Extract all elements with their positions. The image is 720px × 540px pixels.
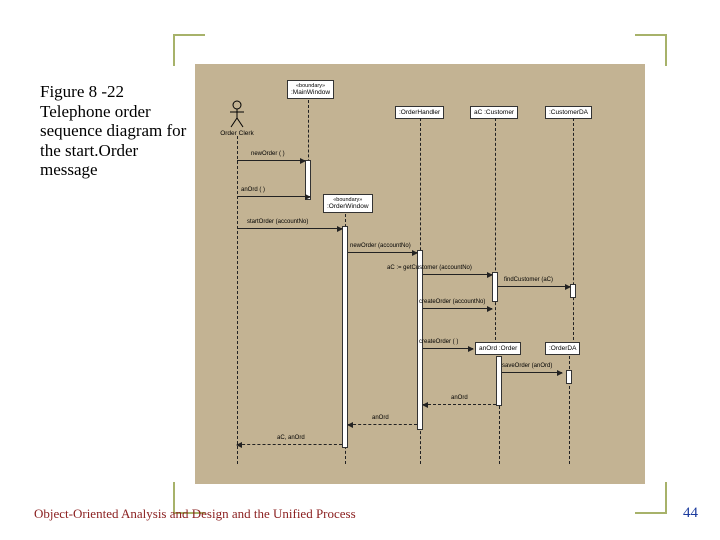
- frame-bracket: [635, 482, 667, 514]
- caption-line2: Telephone order sequence diagram for the…: [40, 102, 190, 180]
- msg-get-customer: aC := getCustomer (accountNo): [423, 274, 492, 275]
- arrow-icon: [422, 402, 428, 408]
- arrow-icon: [300, 158, 306, 164]
- msg-new-order-acct: newOrder (accountNo): [348, 252, 417, 253]
- activation: [342, 226, 348, 448]
- activation: [566, 370, 572, 384]
- caption-line1: Figure 8 -22: [40, 82, 190, 102]
- arrow-icon: [468, 346, 474, 352]
- msg-find-customer: findCustomer (aC): [498, 286, 570, 287]
- arrow-icon: [337, 226, 343, 232]
- msg-new-order: newOrder ( ): [237, 160, 305, 161]
- return-anord-1: anOrd: [423, 404, 496, 405]
- arrow-icon: [487, 272, 493, 278]
- actor-order-clerk: Order Clerk: [219, 100, 255, 137]
- frame-bracket: [173, 34, 205, 66]
- msg-start-order: startOrder (accountNo): [237, 228, 342, 229]
- actor-icon: [228, 100, 246, 128]
- object-main-window: «boundary» :MainWindow: [287, 80, 334, 99]
- msg-create-order-acct: createOrder (accountNo): [423, 308, 492, 309]
- frame-bracket: [635, 34, 667, 66]
- sequence-diagram: Order Clerk «boundary» :MainWindow :Orde…: [195, 64, 645, 484]
- msg-create-order: createOrder ( ): [423, 348, 473, 349]
- arrow-icon: [347, 422, 353, 428]
- lifeline-customer-da: [573, 118, 574, 340]
- page-number: 44: [683, 505, 698, 522]
- object-customer-da: :CustomerDA: [545, 106, 592, 119]
- arrow-icon: [412, 250, 418, 256]
- lifeline-customer: [495, 118, 496, 340]
- return-anord-2: anOrd: [348, 424, 417, 425]
- arrow-icon: [487, 306, 493, 312]
- figure-caption: Figure 8 -22 Telephone order sequence di…: [40, 82, 190, 180]
- msg-anord: anOrd ( ): [237, 196, 310, 197]
- arrow-icon: [557, 370, 563, 376]
- footer-text: Object-Oriented Analysis and Design and …: [34, 506, 356, 522]
- lifeline-actor: [237, 136, 238, 464]
- arrow-icon: [236, 442, 242, 448]
- msg-save-order: saveOrder (anOrd): [502, 372, 562, 373]
- arrow-icon: [565, 284, 571, 290]
- object-order: anOrd :Order: [475, 342, 521, 355]
- object-order-window: «boundary» :OrderWindow: [323, 194, 373, 213]
- return-ac-anord: aC, anOrd: [237, 444, 342, 445]
- object-order-da: :OrderDA: [545, 342, 580, 355]
- arrow-icon: [305, 194, 311, 200]
